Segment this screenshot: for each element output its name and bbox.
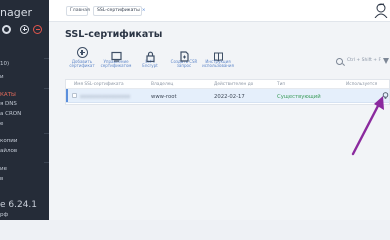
close-icon[interactable]: × xyxy=(142,8,146,13)
button-label: сертификатом xyxy=(100,63,132,69)
column-header-valid-until[interactable]: Действителен до xyxy=(214,82,253,87)
page-title: SSL-сертификаты xyxy=(65,29,163,40)
sidebar-item[interactable]: и xyxy=(0,74,4,80)
sidebar-item[interactable]: 10) xyxy=(0,61,9,67)
manage-certificate-button[interactable]: Управление сертификатом xyxy=(99,47,133,73)
lock-icon xyxy=(145,47,156,63)
instruction-icon xyxy=(213,47,224,62)
remove-icon[interactable] xyxy=(33,25,42,34)
column-header-type[interactable]: Тип xyxy=(277,82,285,87)
breadcrumb-home[interactable]: Главная xyxy=(66,6,90,16)
sidebar-item-files[interactable]: айлов xyxy=(0,148,17,154)
app-logo: nager xyxy=(0,6,32,19)
add-icon[interactable] xyxy=(20,25,29,34)
create-csr-button[interactable]: Создать CSR запрос xyxy=(167,47,201,73)
add-icon xyxy=(76,47,88,58)
row-checkbox[interactable] xyxy=(72,93,77,98)
breadcrumb-current-label: SSL-сертификаты xyxy=(97,8,140,13)
column-header-in-use[interactable]: Используется xyxy=(346,82,377,87)
add-certificate-button[interactable]: Добавить сертификат xyxy=(65,47,99,73)
breadcrumb-current[interactable]: SSL-сертификаты × xyxy=(93,6,146,16)
sidebar: nager 10) и КАТЫ я DNS а CRON е копии ай… xyxy=(0,0,49,220)
main-content: SSL-сертификаты Добавить сертификат Упра… xyxy=(49,22,390,220)
version-label: e 6.24.1 xyxy=(0,200,38,210)
sidebar-item-dns[interactable]: я DNS xyxy=(0,101,17,107)
button-label: запрос xyxy=(176,63,192,69)
button-label: использования xyxy=(202,63,234,69)
search-hint: Ctrl + Shift + F xyxy=(347,58,382,63)
sidebar-tools xyxy=(2,25,46,37)
cell-type: Существующий xyxy=(277,93,321,100)
certificates-table: Имя SSL-сертификата Владелец Действителе… xyxy=(65,79,390,105)
sidebar-item[interactable]: ие xyxy=(0,166,7,172)
filter-icon[interactable] xyxy=(383,58,389,64)
row-selected-marker xyxy=(66,89,68,102)
cell-valid-until: 2022-02-17 xyxy=(214,93,245,100)
button-label: сертификат xyxy=(69,63,95,69)
csr-icon xyxy=(179,47,190,62)
sidebar-item-cron[interactable]: а CRON xyxy=(0,111,21,117)
button-label: Encrypt xyxy=(142,63,158,69)
gear-icon[interactable] xyxy=(2,25,11,34)
sidebar-item-backups[interactable]: копии xyxy=(0,138,17,144)
cell-owner: www-root xyxy=(151,93,177,100)
table-header: Имя SSL-сертификата Владелец Действителе… xyxy=(66,80,389,89)
column-header-owner[interactable]: Владелец xyxy=(151,82,173,87)
top-bar: Главная SSL-сертификаты × xyxy=(49,0,390,22)
table-row[interactable]: xxxxxxxxxxxxxxxx www-root 2022-02-17 Сущ… xyxy=(66,89,389,103)
table-search[interactable]: Ctrl + Shift + F xyxy=(336,58,389,66)
sidebar-item[interactable]: е xyxy=(0,121,3,127)
avatar-icon[interactable] xyxy=(370,2,388,18)
sidebar-item[interactable]: рф xyxy=(0,212,8,218)
search-icon[interactable] xyxy=(336,58,343,65)
manage-icon xyxy=(110,47,122,62)
sidebar-item-ssl[interactable]: КАТЫ xyxy=(0,92,16,98)
cell-name: xxxxxxxxxxxxxxxx xyxy=(80,93,131,100)
lightbulb-icon[interactable] xyxy=(382,92,389,100)
sidebar-item[interactable]: в xyxy=(0,176,3,182)
usage-instruction-button[interactable]: Инструкция использования xyxy=(201,47,235,73)
column-header-name[interactable]: Имя SSL-сертификата xyxy=(74,82,124,87)
lets-encrypt-button[interactable]: Let's Encrypt xyxy=(133,47,167,73)
